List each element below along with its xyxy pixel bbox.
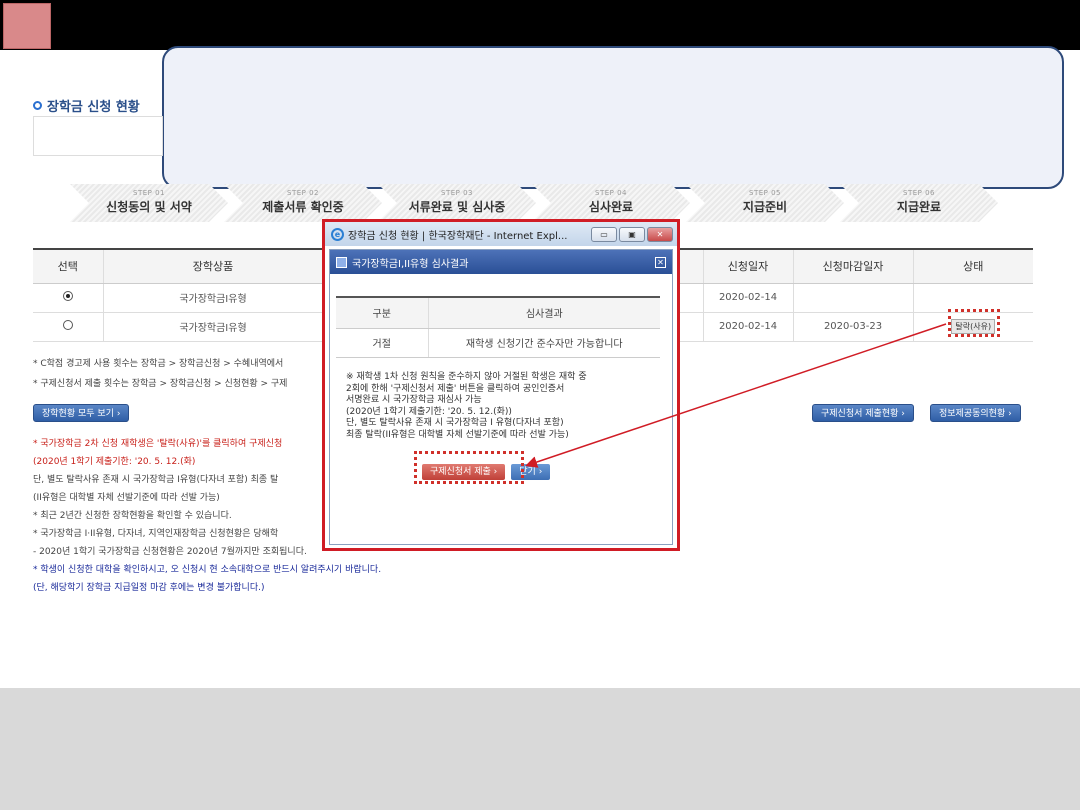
step-6: STEP 06 지급완료 <box>840 184 998 222</box>
close-icon[interactable]: ✕ <box>655 256 666 268</box>
step-3: STEP 03 서류완료 및 심사중 <box>378 184 536 222</box>
step-2: STEP 02 제출서류 확인중 <box>224 184 382 222</box>
highlight-submit <box>414 451 524 484</box>
step-progress: STEP 01 신청동의 및 서약 STEP 02 제출서류 확인중 STEP 03… <box>70 184 1000 222</box>
section-title: 장학금 신청 현황 <box>33 96 140 115</box>
result-popup-window: e 장학금 신청 현황 | 한국장학재단 - Internet Expl... … <box>322 219 680 551</box>
bullet-icon <box>33 101 42 110</box>
highlight-status <box>948 309 1000 337</box>
footer-band <box>0 688 1080 810</box>
popup-header: 국가장학금I,II유형 심사결과 ✕ <box>330 250 672 274</box>
popup-titlebar: e 장학금 신청 현황 | 한국장학재단 - Internet Expl... … <box>325 222 677 246</box>
step-5: STEP 05 지급준비 <box>686 184 844 222</box>
info-box <box>33 116 163 156</box>
consent-status-button[interactable]: 정보제공동의현황 › <box>930 404 1021 422</box>
popup-body: 국가장학금I,II유형 심사결과 ✕ 구분 심사결과 거절 재학생 신청기간 준수자… <box>329 249 673 545</box>
step-4: STEP 04 심사완료 <box>532 184 690 222</box>
callout-box <box>162 46 1064 189</box>
window-icon <box>336 256 347 268</box>
window-controls: ▭ ▣ ✕ <box>591 226 673 242</box>
view-all-button[interactable]: 장학현황 모두 보기 › <box>33 404 130 422</box>
popup-notice: ※ 재학생 1차 신청 원칙을 준수하지 않아 거절된 학생은 재학 중 2회에… <box>346 372 587 440</box>
result-table: 구분 심사결과 거절 재학생 신청기간 준수자만 가능합니다 <box>336 296 660 358</box>
browser-icon: e <box>331 227 344 241</box>
row-radio[interactable] <box>62 320 73 330</box>
relief-status-button[interactable]: 구제신청서 제출현황 › <box>812 404 914 422</box>
minimize-icon[interactable]: ▭ <box>591 226 617 242</box>
top-bar <box>0 0 1080 50</box>
maximize-icon[interactable]: ▣ <box>619 226 645 242</box>
table-row: 거절 재학생 신청기간 준수자만 가능합니다 <box>336 328 660 358</box>
slide-marker <box>3 3 51 49</box>
row-radio[interactable] <box>62 291 73 301</box>
step-1: STEP 01 신청동의 및 서약 <box>70 184 228 222</box>
notes: * C학점 경고제 사용 횟수는 장학금 > 장학금신청 > 수혜내역에서 * … <box>33 359 288 389</box>
close-window-icon[interactable]: ✕ <box>647 226 673 242</box>
